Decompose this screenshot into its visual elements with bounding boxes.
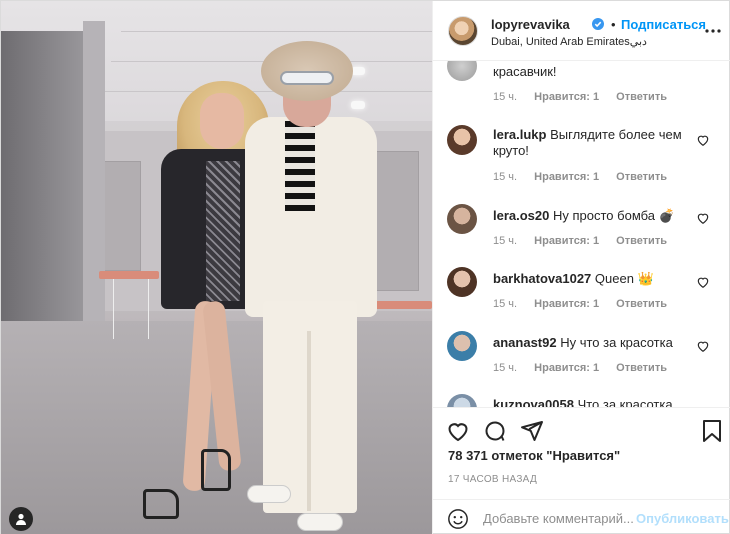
photo-detail: [307, 331, 311, 511]
comment-text: lera.os20 Ну просто бомба 💣: [493, 208, 703, 224]
post-actions: 78 371 отметок "Нравится" 17 ЧАСОВ НАЗАД: [433, 407, 730, 505]
comment-meta: 15 ч. Нравится: 1 Ответить: [493, 298, 681, 310]
photo-detail: [101, 91, 432, 92]
paper-plane-icon[interactable]: [519, 418, 545, 444]
photo-detail: [351, 101, 365, 109]
photo-detail: [285, 121, 315, 211]
comment-text: ananast92 Ну что за красотка: [493, 335, 703, 351]
comment-body: Ну просто бомба 💣: [553, 208, 675, 223]
photo-detail: [99, 271, 159, 279]
comment-age[interactable]: 15 ч.: [493, 91, 517, 103]
comment-likes[interactable]: Нравится: 1: [534, 171, 599, 183]
comment-username[interactable]: barkhatova1027: [493, 271, 591, 286]
avatar[interactable]: [447, 61, 477, 81]
comment-text: kuznova0058 Что за красотка: [493, 397, 703, 407]
avatar[interactable]: [447, 125, 477, 155]
comment-meta: 15 ч. Нравится: 1 Ответить: [493, 235, 681, 247]
comment-body: Queen 👑: [594, 271, 654, 286]
comment-likes[interactable]: Нравится: 1: [534, 235, 599, 247]
comment-body: Что за красотка: [577, 397, 673, 407]
avatar[interactable]: [447, 267, 477, 297]
comment-text: lera.lukp Выглядите более чем круто!: [493, 127, 703, 159]
bookmark-icon[interactable]: [699, 418, 725, 444]
publish-button[interactable]: Опубликовать: [636, 511, 729, 526]
reply-button[interactable]: Ответить: [616, 298, 667, 310]
photo-detail: [101, 161, 141, 271]
heart-icon[interactable]: [445, 418, 471, 444]
post-photo[interactable]: [1, 1, 432, 534]
comment-username[interactable]: kuznova0058: [493, 397, 574, 407]
photo-detail: [371, 301, 432, 309]
post-timestamp[interactable]: 17 ЧАСОВ НАЗАД: [448, 474, 537, 485]
user-tag-icon[interactable]: [9, 507, 33, 531]
comment-body: Ну что за красотка: [560, 335, 673, 350]
reply-button[interactable]: Ответить: [616, 171, 667, 183]
comment-meta: 15 ч. Нравится: 1 Ответить: [493, 91, 681, 103]
comment-username[interactable]: lera.os20: [493, 208, 549, 223]
separator-dot: •: [611, 17, 616, 32]
avatar[interactable]: [448, 16, 478, 46]
comment-username[interactable]: ananast92: [493, 335, 557, 350]
more-horizontal-icon[interactable]: [703, 21, 723, 41]
post-window: lopyrevavika • Подписаться Dubai, United…: [0, 0, 730, 534]
comment-age[interactable]: 15 ч.: [493, 298, 517, 310]
comment-input[interactable]: [483, 508, 633, 528]
photo-detail: [201, 449, 231, 491]
comment-meta: 15 ч. Нравится: 1 Ответить: [493, 171, 681, 183]
comment-likes[interactable]: Нравится: 1: [534, 91, 599, 103]
comment-likes[interactable]: Нравится: 1: [534, 362, 599, 374]
photo-detail: [121, 31, 432, 32]
verified-badge-icon: [592, 18, 604, 30]
comment-meta: 15 ч. Нравится: 1 Ответить: [493, 362, 681, 374]
photo-detail: [206, 161, 240, 301]
photo-detail: [351, 67, 365, 75]
photo-detail: [247, 485, 291, 503]
heart-icon[interactable]: [696, 275, 710, 289]
comment-likes[interactable]: Нравится: 1: [534, 298, 599, 310]
photo-detail: [143, 489, 179, 519]
comment-age[interactable]: 15 ч.: [493, 235, 517, 247]
comment-text: barkhatova1027 Queen 👑: [493, 271, 703, 287]
heart-icon[interactable]: [696, 211, 710, 225]
comment-text: красавчик!: [493, 64, 703, 80]
author-username[interactable]: lopyrevavika: [491, 17, 570, 32]
likes-count[interactable]: 78 371 отметок "Нравится": [448, 448, 620, 463]
comment-icon[interactable]: [482, 418, 508, 444]
heart-icon[interactable]: [696, 339, 710, 353]
reply-button[interactable]: Ответить: [616, 362, 667, 374]
comment-age[interactable]: 15 ч.: [493, 362, 517, 374]
post-side-panel: lopyrevavika • Подписаться Dubai, United…: [432, 1, 730, 534]
photo-detail: [113, 279, 149, 339]
comments-list[interactable]: красавчик! 15 ч. Нравится: 1 Ответить le…: [433, 61, 730, 407]
reply-button[interactable]: Ответить: [616, 91, 667, 103]
add-comment-bar: Опубликовать: [433, 499, 730, 534]
follow-button[interactable]: Подписаться: [621, 17, 706, 32]
reply-button[interactable]: Ответить: [616, 235, 667, 247]
post-header: lopyrevavika • Подписаться Dubai, United…: [433, 1, 730, 61]
photo-detail: [297, 513, 343, 531]
comment-username[interactable]: lera.lukp: [493, 127, 546, 142]
avatar[interactable]: [447, 204, 477, 234]
comment-age[interactable]: 15 ч.: [493, 171, 517, 183]
comment-body: красавчик!: [493, 64, 557, 79]
smiley-icon[interactable]: [447, 508, 469, 530]
photo-detail: [280, 71, 334, 85]
photo-detail: [200, 93, 244, 149]
post-location[interactable]: Dubai, United Arab Emiratesدبي: [491, 35, 647, 48]
heart-icon[interactable]: [696, 133, 710, 147]
avatar[interactable]: [447, 331, 477, 361]
avatar[interactable]: [447, 394, 477, 407]
